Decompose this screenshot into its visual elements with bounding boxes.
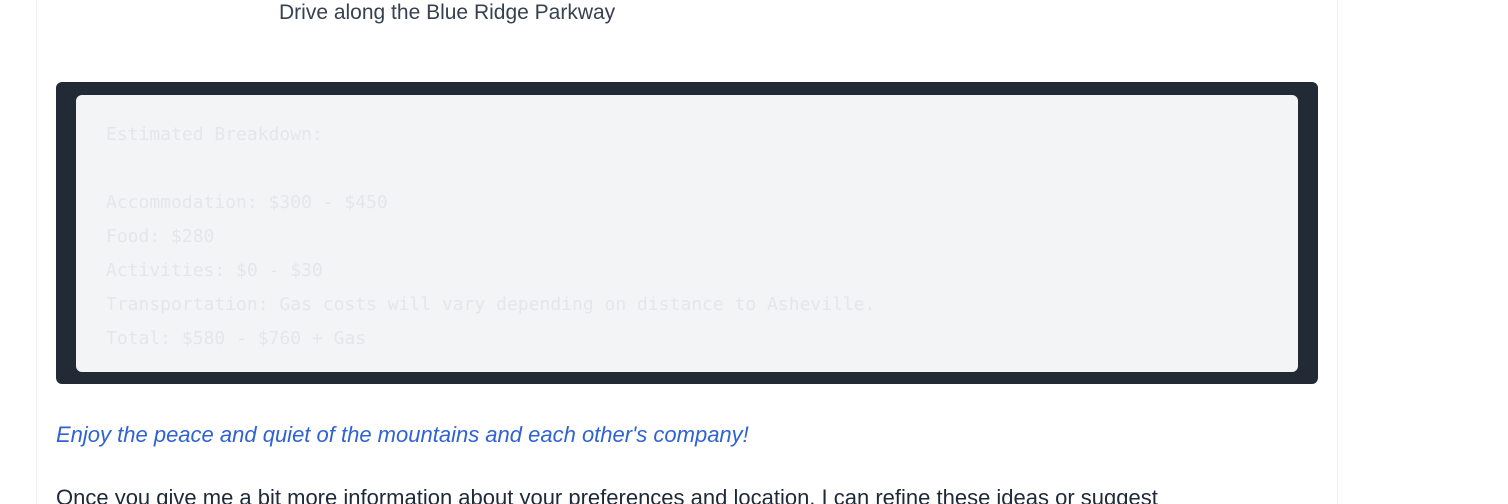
- code-line: Accommodation: $300 - $450: [106, 192, 388, 213]
- code-block-content[interactable]: Estimated Breakdown: Accommodation: $300…: [76, 95, 1298, 372]
- code-line: Food: $280: [106, 226, 215, 247]
- code-line: Transportation: Gas costs will vary depe…: [106, 294, 876, 315]
- italic-closing-note: Enjoy the peace and quiet of the mountai…: [56, 422, 749, 447]
- code-line: Activities: $0 - $30: [106, 260, 323, 281]
- code-line: Total: $580 - $760 + Gas: [106, 328, 367, 349]
- follow-up-paragraph: Once you give me a bit more information …: [56, 485, 1158, 504]
- code-block: Estimated Breakdown: Accommodation: $300…: [56, 82, 1318, 384]
- itinerary-list-item: Drive along the Blue Ridge Parkway: [279, 1, 616, 24]
- code-line: Estimated Breakdown:: [106, 124, 323, 145]
